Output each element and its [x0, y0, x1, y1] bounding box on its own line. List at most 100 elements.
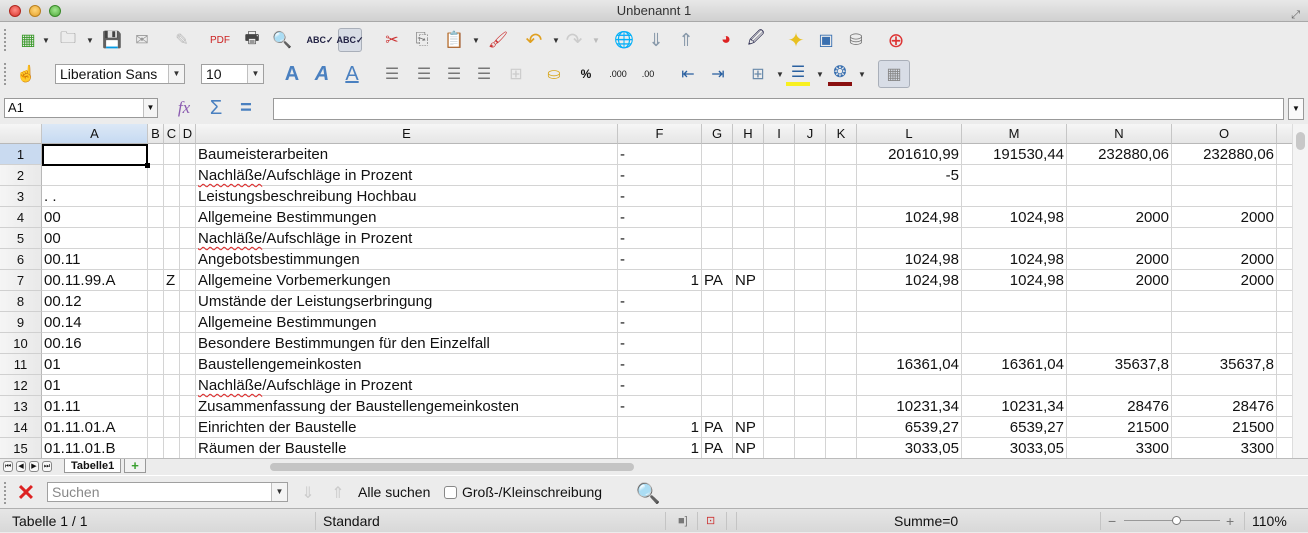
cell-j15[interactable]: [795, 438, 826, 458]
cell-k2[interactable]: [826, 165, 857, 186]
cell-d3[interactable]: [180, 186, 196, 207]
cell-b15[interactable]: [148, 438, 164, 458]
cell-l3[interactable]: [857, 186, 962, 207]
add-sheet-button[interactable]: +: [124, 459, 146, 473]
cell-g6[interactable]: [702, 249, 733, 270]
undo-icon[interactable]: ↶: [522, 28, 546, 52]
cell-n3[interactable]: [1067, 186, 1172, 207]
paste-icon[interactable]: 📋: [442, 28, 466, 52]
cell-n10[interactable]: [1067, 333, 1172, 354]
column-header-h[interactable]: H: [733, 124, 764, 144]
zoom-level[interactable]: 110%: [1252, 509, 1287, 533]
cell-d8[interactable]: [180, 291, 196, 312]
sort-descending-icon[interactable]: ⇑: [674, 28, 698, 52]
percent-icon[interactable]: %: [574, 62, 598, 86]
cell-e13[interactable]: Zusammenfassung der Baustellengemeinkost…: [196, 396, 618, 417]
cell-p9[interactable]: [1277, 312, 1292, 333]
cell-i3[interactable]: [764, 186, 795, 207]
cell-o9[interactable]: [1172, 312, 1277, 333]
cell-i2[interactable]: [764, 165, 795, 186]
print-preview-icon[interactable]: 🔍: [270, 28, 294, 52]
column-header-j[interactable]: J: [795, 124, 826, 144]
find-all-button[interactable]: Alle suchen: [358, 484, 430, 500]
cell-d5[interactable]: [180, 228, 196, 249]
cell-e10[interactable]: Besondere Bestimmungen für den Einzelfal…: [196, 333, 618, 354]
cell-j6[interactable]: [795, 249, 826, 270]
cell-f9[interactable]: -: [618, 312, 702, 333]
row-header[interactable]: 2: [0, 165, 42, 186]
cell-c13[interactable]: [164, 396, 180, 417]
column-header-a[interactable]: A: [42, 124, 148, 144]
cut-icon[interactable]: ✂: [380, 28, 404, 52]
cell-d14[interactable]: [180, 417, 196, 438]
cell-m1[interactable]: 191530,44: [962, 144, 1067, 165]
background-color-icon[interactable]: ☰: [786, 62, 810, 86]
cell-k7[interactable]: [826, 270, 857, 291]
cell-c12[interactable]: [164, 375, 180, 396]
cell-n15[interactable]: 3300: [1067, 438, 1172, 458]
cell-o2[interactable]: [1172, 165, 1277, 186]
cell-c2[interactable]: [164, 165, 180, 186]
cell-l6[interactable]: 1024,98: [857, 249, 962, 270]
cell-e6[interactable]: Angebotsbestimmungen: [196, 249, 618, 270]
cell-k3[interactable]: [826, 186, 857, 207]
cell-b13[interactable]: [148, 396, 164, 417]
column-header-n[interactable]: N: [1067, 124, 1172, 144]
cell-a4[interactable]: 00: [42, 207, 148, 228]
cell-f15[interactable]: 1: [618, 438, 702, 458]
cell-a11[interactable]: 01: [42, 354, 148, 375]
cell-n13[interactable]: 28476: [1067, 396, 1172, 417]
cell-m7[interactable]: 1024,98: [962, 270, 1067, 291]
formula-icon[interactable]: =: [234, 96, 258, 120]
cell-k9[interactable]: [826, 312, 857, 333]
decrease-indent-icon[interactable]: ⇤: [676, 62, 700, 86]
cell-b10[interactable]: [148, 333, 164, 354]
row-header[interactable]: 15: [0, 438, 42, 458]
gallery-icon[interactable]: ▣: [814, 28, 838, 52]
cell-m9[interactable]: [962, 312, 1067, 333]
cell-p5[interactable]: [1277, 228, 1292, 249]
cell-k8[interactable]: [826, 291, 857, 312]
cell-k6[interactable]: [826, 249, 857, 270]
cell-c10[interactable]: [164, 333, 180, 354]
autospellcheck-icon[interactable]: ABC✓: [336, 28, 364, 52]
cell-g5[interactable]: [702, 228, 733, 249]
column-header-p[interactable]: [1277, 124, 1292, 144]
cell-p3[interactable]: [1277, 186, 1292, 207]
cell-n12[interactable]: [1067, 375, 1172, 396]
cell-f7[interactable]: 1: [618, 270, 702, 291]
row-header[interactable]: 13: [0, 396, 42, 417]
cell-l1[interactable]: 201610,99: [857, 144, 962, 165]
row-header[interactable]: 11: [0, 354, 42, 375]
cell-m3[interactable]: [962, 186, 1067, 207]
font-color-icon[interactable]: ❂: [828, 62, 852, 86]
cell-d13[interactable]: [180, 396, 196, 417]
edit-file-icon[interactable]: ✎: [170, 28, 194, 52]
cell-f13[interactable]: -: [618, 396, 702, 417]
cell-k4[interactable]: [826, 207, 857, 228]
cell-h13[interactable]: [733, 396, 764, 417]
cell-i12[interactable]: [764, 375, 795, 396]
cell-f3[interactable]: -: [618, 186, 702, 207]
cell-i4[interactable]: [764, 207, 795, 228]
cell-h2[interactable]: [733, 165, 764, 186]
cell-n1[interactable]: 232880,06: [1067, 144, 1172, 165]
misspelled-word[interactable]: Nachläße: [198, 377, 262, 394]
borders-dropdown-icon[interactable]: ▼: [776, 70, 784, 79]
find-replace-icon[interactable]: 🔍: [636, 481, 661, 505]
align-right-icon[interactable]: ☰: [442, 62, 466, 86]
sum-icon[interactable]: Σ: [204, 96, 228, 120]
cell-d10[interactable]: [180, 333, 196, 354]
cell-i9[interactable]: [764, 312, 795, 333]
cell-l4[interactable]: 1024,98: [857, 207, 962, 228]
cell-h6[interactable]: [733, 249, 764, 270]
zoom-slider-knob[interactable]: [1171, 516, 1181, 525]
styles-icon[interactable]: ☝: [14, 62, 38, 86]
next-sheet-button[interactable]: ▶: [29, 461, 39, 472]
cell-k5[interactable]: [826, 228, 857, 249]
cell-o14[interactable]: 21500: [1172, 417, 1277, 438]
cell-i15[interactable]: [764, 438, 795, 458]
new-spreadsheet-icon[interactable]: ▦: [16, 28, 40, 52]
cell-m15[interactable]: 3033,05: [962, 438, 1067, 458]
cell-f6[interactable]: -: [618, 249, 702, 270]
